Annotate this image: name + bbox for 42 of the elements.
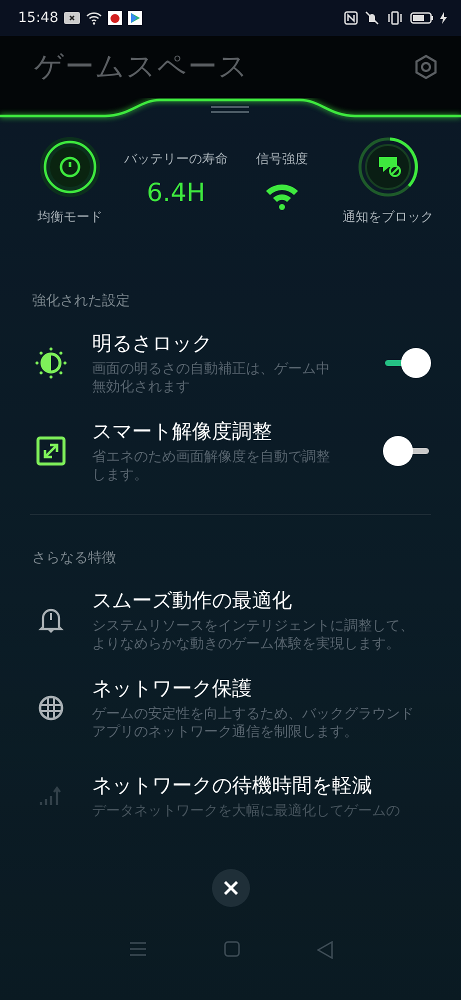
setting-title: スムーズ動作の最適化 [92, 587, 293, 614]
toggle-switch[interactable] [383, 348, 431, 378]
battery-value: 6.4H [146, 178, 206, 207]
toggle-switch[interactable] [383, 436, 431, 466]
bell-icon [38, 606, 64, 634]
gauge-icon[interactable] [39, 136, 101, 198]
app-icon [108, 11, 122, 25]
setting-description: 省エネのため画面解像度を自動で調整します。 [92, 448, 331, 484]
play-store-icon [128, 11, 142, 25]
wifi-icon [265, 182, 299, 210]
globe-icon [38, 695, 64, 721]
stat-label: 信号強度 [256, 151, 308, 168]
setting-title: 明るさロック [92, 330, 213, 357]
signal-up-icon [39, 785, 63, 807]
setting-title: ネットワーク保護 [92, 675, 253, 702]
section-header: 強化された設定 [31, 292, 131, 310]
setting-description: ゲームの安定性を向上するため、バックグラウンドアプリのネットワーク通信を制限します。 [92, 705, 415, 741]
drag-handle[interactable] [211, 106, 249, 113]
wifi-icon [86, 12, 102, 24]
brightness-icon [34, 346, 68, 380]
resize-icon [36, 436, 66, 466]
settings-icon[interactable] [413, 54, 439, 80]
notification-block-icon[interactable] [357, 136, 419, 198]
quick-toggle-label: 通知をブロック [342, 209, 434, 226]
setting-description: データネットワークを大幅に最適化してゲームの [92, 802, 401, 820]
status-time: 15:48 [18, 10, 58, 26]
setting-title: ネットワークの待機時間を軽減 [92, 772, 373, 799]
stat-label: バッテリーの寿命 [124, 151, 228, 168]
setting-description: システムリソースをインテリジェントに調整して、よりなめらかな動きのゲーム体験を実現します。 [92, 617, 415, 653]
mute-icon [364, 11, 380, 25]
setting-description: 画面の明るさの自動補正は、ゲーム中無効化されます [92, 360, 331, 396]
app-title: ゲームスペース [34, 48, 250, 85]
close-button[interactable] [212, 869, 250, 907]
vibrate-icon [386, 11, 404, 25]
notification-icon [64, 12, 80, 24]
quick-toggle-label: 均衡モード [38, 209, 102, 226]
close-icon [222, 880, 238, 896]
battery-icon [410, 12, 434, 24]
nfc-icon [344, 11, 358, 25]
charging-icon [440, 12, 447, 24]
section-header: さらなる特徴 [31, 549, 117, 567]
setting-title: スマート解像度調整 [92, 418, 273, 445]
